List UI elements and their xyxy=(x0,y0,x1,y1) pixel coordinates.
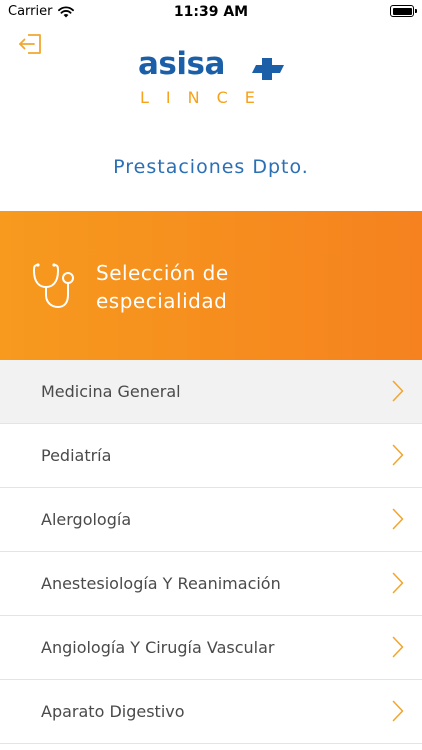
chevron-right-icon xyxy=(392,700,404,722)
list-item-label: Alergología xyxy=(41,510,132,529)
banner-title-line1: Selección de xyxy=(96,261,229,285)
list-item-medicina-general[interactable]: Medicina General xyxy=(0,360,422,424)
list-item-label: Pediatría xyxy=(41,446,112,465)
banner-title: Selección de especialidad xyxy=(96,259,396,315)
page-subtitle: Prestaciones Dpto. xyxy=(113,156,309,178)
list-item-anestesiologia[interactable]: Anestesiología Y Reanimación xyxy=(0,552,422,616)
list-item-alergologia[interactable]: Alergología xyxy=(0,488,422,552)
asisa-lince-logo: asisa LINCE xyxy=(136,46,286,108)
chevron-right-icon xyxy=(392,444,404,466)
logo-wordmark: asisa xyxy=(138,46,225,82)
status-time: 11:39 AM xyxy=(173,4,249,20)
specialty-list: Medicina General Pediatría Alergología A… xyxy=(0,360,422,744)
chevron-right-icon xyxy=(392,572,404,594)
logo-subtitle: LINCE xyxy=(140,88,272,107)
stethoscope-icon xyxy=(32,263,74,309)
logout-icon[interactable] xyxy=(18,32,44,56)
list-item-label: Angiología Y Cirugía Vascular xyxy=(41,638,275,657)
list-item-angiologia[interactable]: Angiología Y Cirugía Vascular xyxy=(0,616,422,680)
logo-plus-icon xyxy=(252,58,284,80)
chevron-right-icon xyxy=(392,636,404,658)
list-item-aparato-digestivo[interactable]: Aparato Digestivo xyxy=(0,680,422,744)
list-item-label: Medicina General xyxy=(41,382,181,401)
chevron-right-icon xyxy=(392,508,404,530)
list-item-label: Aparato Digestivo xyxy=(41,702,185,721)
list-item-pediatria[interactable]: Pediatría xyxy=(0,424,422,488)
status-bar: Carrier 11:39 AM xyxy=(0,0,422,24)
banner-title-line2: especialidad xyxy=(96,289,228,313)
battery-icon xyxy=(390,5,417,17)
list-item-label: Anestesiología Y Reanimación xyxy=(41,574,281,593)
specialty-banner: Selección de especialidad xyxy=(0,211,422,360)
chevron-right-icon xyxy=(392,380,404,402)
